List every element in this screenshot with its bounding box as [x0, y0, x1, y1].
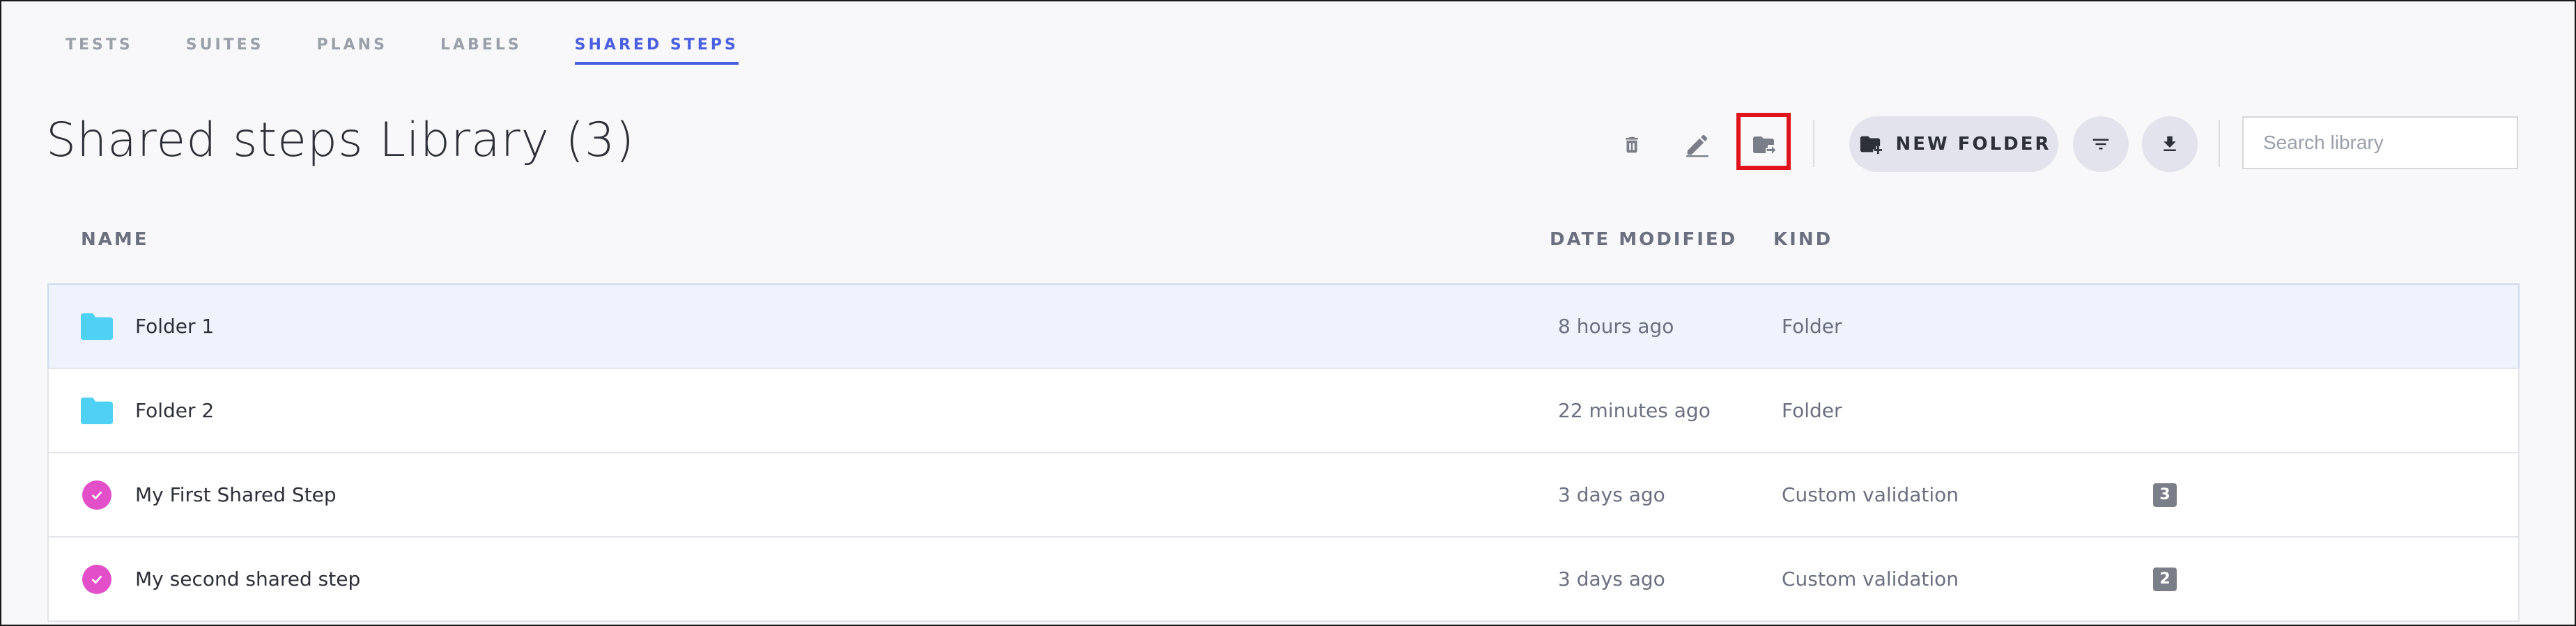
rename-button[interactable]	[1675, 123, 1720, 167]
download-icon	[2164, 136, 2176, 151]
column-header-kind[interactable]: KIND	[1773, 229, 1833, 250]
row-date: 22 minutes ago	[1558, 399, 1711, 422]
row-name: My second shared step	[135, 568, 361, 590]
row-kind: Folder	[1782, 315, 1842, 338]
tab-plans[interactable]: PLANS	[317, 36, 387, 65]
row-date: 8 hours ago	[1558, 315, 1674, 338]
page-title: Shared steps Library (3)	[46, 113, 635, 168]
app-window: TESTS SUITES PLANS LABELS SHARED STEPS S…	[0, 0, 2576, 626]
check-circle-icon	[82, 564, 111, 594]
row-count: 2	[2153, 538, 2177, 620]
row-icon	[81, 285, 113, 368]
toolbar-divider	[1813, 120, 1814, 167]
column-header-date[interactable]: DATE MODIFIED	[1550, 229, 1737, 250]
new-folder-label: NEW FOLDER	[1895, 134, 2051, 155]
table-row[interactable]: My second shared step 3 days ago Custom …	[47, 536, 2520, 622]
count-badge: 2	[2153, 567, 2177, 591]
table-row[interactable]: Folder 1 8 hours ago Folder	[47, 283, 2520, 368]
search-input[interactable]	[2242, 116, 2518, 169]
folder-icon	[81, 313, 113, 340]
row-date: 3 days ago	[1558, 568, 1665, 590]
delete-button[interactable]	[1610, 123, 1654, 167]
row-count: 3	[2153, 453, 2177, 536]
count-badge: 3	[2153, 483, 2177, 507]
new-folder-button[interactable]: NEW FOLDER	[1849, 116, 2058, 172]
row-name: My First Shared Step	[135, 483, 337, 506]
tab-suites[interactable]: SUITES	[186, 36, 264, 65]
row-kind: Custom validation	[1782, 483, 1959, 506]
row-date: 3 days ago	[1558, 483, 1665, 506]
library-table: Folder 1 8 hours ago Folder Folder 2 22 …	[47, 283, 2520, 622]
toolbar-divider	[2219, 120, 2220, 167]
filter-button[interactable]	[2073, 116, 2129, 172]
tab-tests[interactable]: TESTS	[65, 36, 133, 65]
column-header-name[interactable]: NAME	[81, 229, 149, 250]
row-icon	[81, 453, 113, 536]
download-button[interactable]	[2142, 116, 2198, 172]
row-icon	[81, 369, 113, 452]
row-icon	[81, 538, 113, 620]
highlight-box	[1736, 113, 1791, 170]
filter-icon	[2092, 139, 2109, 150]
row-name: Folder 1	[135, 315, 215, 338]
table-row[interactable]: Folder 2 22 minutes ago Folder	[47, 368, 2520, 452]
check-circle-icon	[82, 480, 111, 510]
trash-icon	[1626, 136, 1638, 153]
edit-pencil-icon	[1686, 134, 1709, 157]
row-name: Folder 2	[135, 399, 215, 422]
tab-labels[interactable]: LABELS	[440, 36, 522, 65]
tab-bar: TESTS SUITES PLANS LABELS SHARED STEPS	[65, 36, 792, 65]
tab-shared-steps[interactable]: SHARED STEPS	[574, 36, 739, 65]
row-kind: Custom validation	[1782, 568, 1959, 590]
folder-add-icon	[1860, 136, 1883, 155]
folder-icon	[81, 397, 113, 424]
row-kind: Folder	[1782, 399, 1842, 422]
table-row[interactable]: My First Shared Step 3 days ago Custom v…	[47, 452, 2520, 536]
